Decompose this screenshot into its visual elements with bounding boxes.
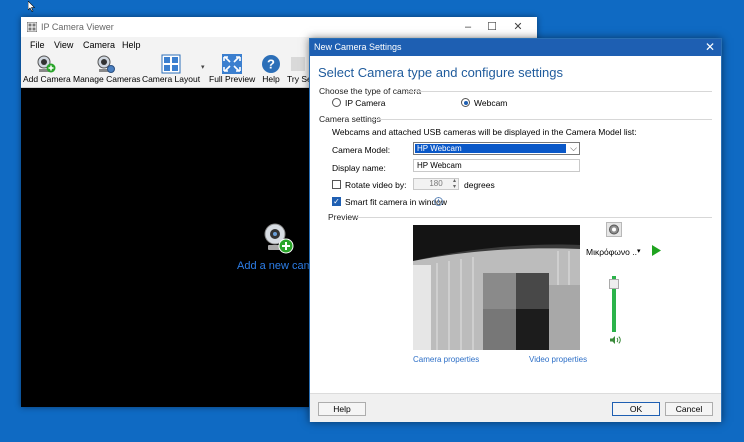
cancel-button[interactable]: Cancel <box>665 402 713 416</box>
dialog-title-bar: New Camera Settings ✕ <box>310 39 721 56</box>
camera-properties-link[interactable]: Camera properties <box>413 355 479 364</box>
add-camera-icon <box>37 55 56 73</box>
maximize-icon[interactable]: ☐ <box>485 20 499 34</box>
camera-layout-icon <box>161 54 181 74</box>
try-label: Try Se <box>287 74 309 84</box>
display-name-label: Display name: <box>332 163 386 173</box>
info-icon[interactable]: i <box>434 197 443 206</box>
camera-layout-label: Camera Layout <box>141 74 201 84</box>
close-icon[interactable]: ✕ <box>511 20 525 34</box>
help-button[interactable]: Help <box>318 402 366 416</box>
add-new-camera-icon[interactable] <box>261 223 295 255</box>
manage-cameras-label: Manage Cameras <box>73 74 141 84</box>
layout-dropdown-icon[interactable]: ▾ <box>201 63 205 71</box>
ip-camera-label: IP Camera <box>345 98 386 108</box>
play-icon[interactable] <box>651 245 662 256</box>
try-button[interactable]: Try Se <box>287 54 309 86</box>
title-bar: IP Camera Viewer – ☐ ✕ <box>21 17 537 37</box>
display-name-input[interactable]: HP Webcam <box>413 159 580 172</box>
webcam-info-text: Webcams and attached USB cameras will be… <box>332 127 637 137</box>
degrees-label: degrees <box>464 180 495 190</box>
window-title: IP Camera Viewer <box>41 22 114 32</box>
divider <box>356 217 712 218</box>
help-icon: ? <box>262 55 280 73</box>
manage-cameras-button[interactable]: Manage Cameras <box>73 54 141 86</box>
rotate-value-spinner[interactable]: 180 ▴ ▾ <box>413 178 459 190</box>
full-preview-button[interactable]: Full Preview <box>209 54 255 86</box>
ip-camera-radio[interactable] <box>332 98 341 107</box>
camera-model-label: Camera Model: <box>332 145 391 155</box>
rotate-value: 180 <box>429 179 443 188</box>
help-label: Help <box>262 74 280 84</box>
webcam-label: Webcam <box>474 98 508 108</box>
dialog-close-icon[interactable]: ✕ <box>705 40 715 54</box>
camera-model-select[interactable]: HP Webcam ⌵ <box>413 142 580 155</box>
spinner-arrows-icon[interactable]: ▴ ▾ <box>453 178 456 190</box>
rotate-video-checkbox[interactable] <box>332 180 341 189</box>
new-camera-settings-dialog: New Camera Settings ✕ Select Camera type… <box>309 38 722 422</box>
menu-help[interactable]: Help <box>122 40 141 50</box>
dialog-footer: Help OK Cancel <box>310 393 721 422</box>
full-preview-icon <box>222 54 242 74</box>
mouse-cursor-icon <box>28 1 35 12</box>
add-camera-button[interactable]: Add Camera <box>23 54 71 86</box>
divider <box>372 119 712 120</box>
video-properties-link[interactable]: Video properties <box>529 355 587 364</box>
add-new-camera-link[interactable]: Add a new came <box>237 260 319 272</box>
chevron-down-icon: ⌵ <box>570 143 577 153</box>
try-icon <box>291 57 305 71</box>
volume-slider-handle[interactable] <box>609 279 619 289</box>
smart-fit-checkbox[interactable]: ✓ <box>332 197 341 206</box>
camera-preview <box>413 225 580 350</box>
rotate-video-label: Rotate video by: <box>345 180 407 190</box>
ok-button[interactable]: OK <box>612 402 660 416</box>
dialog-heading: Select Camera type and configure setting… <box>318 65 563 80</box>
app-icon <box>26 21 38 33</box>
manage-cameras-icon <box>97 55 115 73</box>
camera-layout-button[interactable]: Camera Layout <box>141 54 201 86</box>
help-button[interactable]: ? Help <box>259 54 283 86</box>
menu-file[interactable]: File <box>30 40 45 50</box>
preview-image <box>413 225 580 350</box>
smart-fit-label: Smart fit camera in window <box>345 197 448 207</box>
minimize-icon[interactable]: – <box>461 20 475 34</box>
add-camera-label: Add Camera <box>23 74 71 84</box>
preview-section-label: Preview <box>328 212 359 222</box>
menu-view[interactable]: View <box>54 40 73 50</box>
webcam-radio[interactable] <box>461 98 470 107</box>
camera-model-value: HP Webcam <box>415 144 566 153</box>
snapshot-button[interactable] <box>606 222 622 237</box>
microphone-dropdown-icon[interactable]: ▾ <box>637 247 641 255</box>
full-preview-label: Full Preview <box>209 74 256 84</box>
svg-text:?: ? <box>267 57 275 72</box>
camera-icon <box>609 224 619 235</box>
menu-camera[interactable]: Camera <box>83 40 115 50</box>
dialog-title: New Camera Settings <box>314 42 402 52</box>
speaker-icon <box>610 336 621 344</box>
microphone-select[interactable]: Μικρόφωνο .. <box>586 247 637 257</box>
divider <box>406 91 712 92</box>
